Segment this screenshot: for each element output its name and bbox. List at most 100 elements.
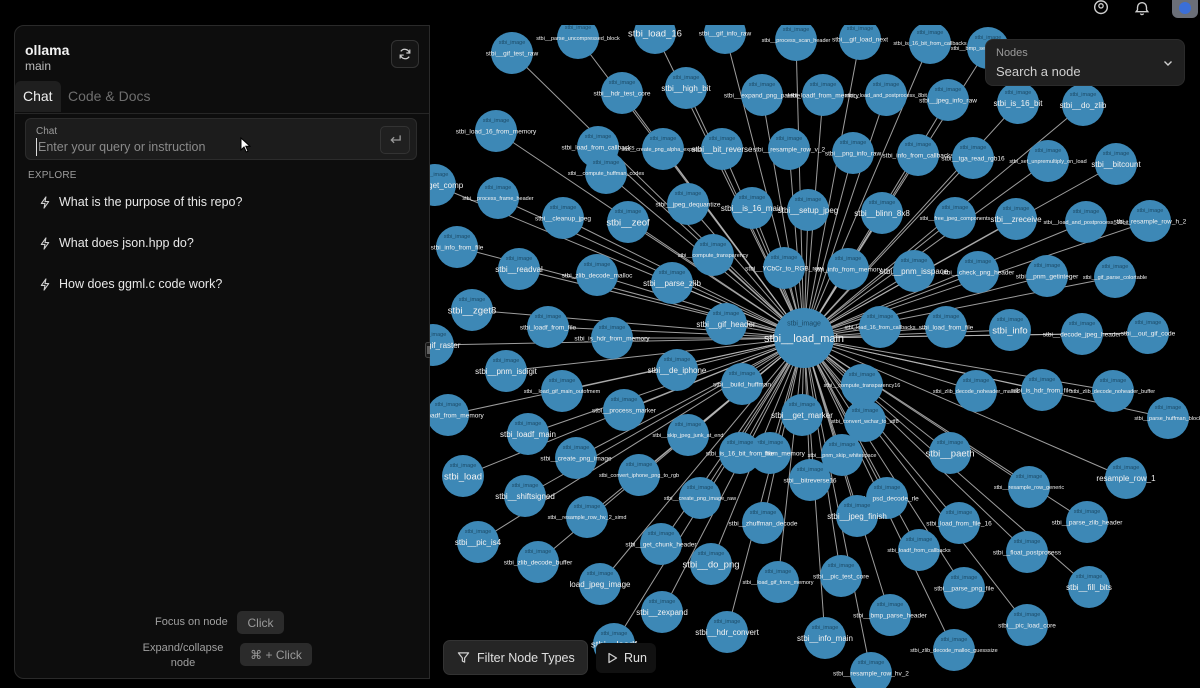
graph-node[interactable]: stbi_image stbi__gif_raster <box>430 324 461 366</box>
graph-node[interactable]: stbi_image stbi__process_marker <box>592 389 657 431</box>
graph-node[interactable]: stbi_image stbi__zget8 <box>448 289 497 331</box>
graph-node[interactable]: stbi_image stbi__bitcount <box>1091 143 1141 185</box>
graph-node[interactable]: stbi_image stbi__hdr_test_core <box>593 72 651 114</box>
graph-node[interactable]: stbi_image stbi__parse_huffman_block <box>1134 397 1200 439</box>
graph-node[interactable]: stbi_image stbi__load_gif_from_memory <box>743 561 814 603</box>
graph-node[interactable]: stbi_imagestbi_is_16_bit_from_callbacks <box>893 25 967 64</box>
graph-node[interactable]: stbi_image stbi__parse_png_file <box>934 567 994 609</box>
graph-node[interactable]: stbi_image stbi__bmp_parse_header <box>853 594 928 636</box>
graph-node[interactable]: stbi_image stbi__gif_load_next <box>832 25 888 60</box>
graph-node[interactable]: stbi_image stbi__zeof <box>606 201 650 243</box>
graph-canvas[interactable]: stbi_image stbi__gif_test_raw stbi_image st… <box>430 25 1200 688</box>
graph-node[interactable]: stbi_image stbi__out_gif_code <box>1121 312 1176 354</box>
graph-node[interactable]: stbi_image stbi__parse_uncompressed_block <box>536 25 620 59</box>
graph-node[interactable]: stbi_image stbi__pnm_getinteger <box>1016 255 1079 297</box>
tab-chat[interactable]: Chat <box>15 81 61 112</box>
graph-node[interactable]: stbi_image stbi_info_from_file <box>431 226 484 268</box>
filter-node-types-button[interactable]: Filter Node Types <box>443 640 588 675</box>
graph-node[interactable]: stbi_image stbi__load_gif_main_outofmem <box>524 370 601 412</box>
explore-item[interactable]: How does ggml.c code work? <box>39 274 222 294</box>
graph-node[interactable]: stbi_image stbi__fill_bits <box>1066 566 1112 608</box>
graph-node[interactable]: stbi_image stbi__process_scan_header <box>762 25 831 61</box>
graph-node[interactable]: stbi_image stbi_set_unpremultiply_on_load <box>1009 140 1087 182</box>
refresh-button[interactable] <box>391 40 419 68</box>
graph-node[interactable]: stbi_image stbi__info_main <box>797 617 853 659</box>
graph-node[interactable]: stbi_image stbi__readval <box>495 248 543 290</box>
graph-node[interactable]: stbi_image stbi_loadf_from_callbacks <box>887 529 951 571</box>
graph-node[interactable]: stbi_image stbi__tga_read_rgb16 <box>941 137 1005 179</box>
graph-node[interactable]: stbi_image stbi__parse_zlib_header <box>1052 501 1124 543</box>
graph-node[interactable]: stbi_image stbi__compute_huffman_codes <box>568 152 645 194</box>
graph-node[interactable]: stbi_image stbi__jpeg_info_raw <box>919 79 977 121</box>
graph-node[interactable]: stbi_image stbi__cleanup_jpeg <box>535 197 591 239</box>
graph-node[interactable]: stbi_image stbi_info <box>989 309 1031 351</box>
graph-node[interactable]: stbi_image stbi__resample_row_hv_2 <box>833 652 909 688</box>
graph-node[interactable]: stbi_image stbi__pic_is4 <box>455 521 502 563</box>
node-label: stbi__resample_row_h_2 <box>1114 218 1187 225</box>
graph-node[interactable]: stbi_image stbi__resample_row_h_2 <box>1114 200 1187 242</box>
graph-node[interactable]: stbi_image stbi_loadf_main <box>500 413 556 455</box>
graph-node[interactable]: stbi_image stbi__load_and_postprocess_8bi… <box>845 74 927 116</box>
graph-node[interactable]: stbi_image stbi__pnm_isdigit <box>475 350 538 392</box>
graph-node[interactable]: stbi_image stbi_zlib_decode_malloc <box>562 254 634 296</box>
avatar[interactable] <box>1172 0 1198 18</box>
graph-node[interactable]: stbi_image stbi__bit_reverse <box>692 128 753 170</box>
graph-node[interactable]: stbi_image stbi__compute_transparency <box>678 234 749 276</box>
graph-node[interactable]: stbi_image stbi__get_comp <box>430 164 464 206</box>
explore-item[interactable]: What does json.hpp do? <box>39 233 194 253</box>
graph-node[interactable]: stbi_image stbi__jpeg_dequantize <box>655 183 721 225</box>
chat-input[interactable] <box>36 138 368 156</box>
graph-node[interactable]: stbi_image stbi__create_png_image_raw <box>664 477 736 519</box>
graph-node[interactable]: stbi_image stbi__blinn_8x8 <box>854 192 910 234</box>
graph-node[interactable]: stbi_image stbi__process_frame_header <box>462 177 534 219</box>
dependency-graph[interactable]: stbi_imagestbi__gif_test_rawstbi_imagest… <box>430 25 1200 688</box>
graph-node[interactable]: stbi_image stbi__compute_transparency16 <box>824 364 901 406</box>
tab-code-docs[interactable]: Code & Docs <box>60 81 158 112</box>
graph-node[interactable]: stbi_image stbi__gif_parse_colortable <box>1083 256 1147 298</box>
graph-node[interactable]: stbi_image stbi__resample_row_v_2 <box>753 128 826 170</box>
graph-node[interactable]: stbi_image stbi__decode_jpeg_header <box>1043 313 1122 355</box>
graph-node[interactable]: stbi_image stbi_is_16_bit <box>994 82 1044 124</box>
send-button[interactable] <box>380 126 410 154</box>
graph-node[interactable]: stbi_image stbi_load_16 <box>628 25 682 54</box>
bell-icon[interactable] <box>1133 0 1153 18</box>
graph-node[interactable]: stbi_image stbi__high_bit <box>661 67 711 109</box>
graph-node[interactable]: stbi_image stbi__do_png <box>682 543 740 585</box>
node-type-label: stbi_image <box>829 442 856 448</box>
graph-node[interactable]: stbi_image stbi__zexpand <box>636 591 688 633</box>
graph-node[interactable]: stbi_image stbi__resample_row_hv_2_simd <box>548 496 627 538</box>
graph-node[interactable]: stbi_image stbi_zlib_decode_buffer <box>504 541 573 583</box>
graph-node[interactable]: stbi_image stbi_loadf_from_memory <box>430 394 485 436</box>
graph-node[interactable]: stbi_image stbi_zlib_decode_noheader_buff… <box>1071 370 1155 412</box>
graph-node[interactable]: stbi_image stbi__gif_info_raw <box>699 25 752 54</box>
graph-node[interactable]: stbi_image stbi__YCbCr_to_RGB_row <box>745 247 823 289</box>
graph-node[interactable]: stbi_image stbi_load <box>442 455 484 497</box>
graph-node[interactable]: stbi_image stbi__do_zlib <box>1060 84 1107 126</box>
graph-node[interactable]: stbi_image resample_row_1 <box>1096 457 1156 499</box>
graph-node[interactable]: stbi_image stbi_is_hdr_from_memory <box>574 317 650 359</box>
graph-node[interactable]: stbi_image stbi__shiftsigned <box>495 475 555 517</box>
graph-node[interactable]: stbi_image stbi__hdr_convert <box>695 611 760 653</box>
explore-item[interactable]: What is the purpose of this repo? <box>39 192 242 212</box>
graph-node[interactable]: stbi_image stbi_loadf_from_file <box>520 306 577 348</box>
graph-node[interactable]: stbi_image stbi__paeth <box>925 432 975 474</box>
nodes-search-select[interactable]: Nodes Search a node <box>985 39 1185 86</box>
graph-node[interactable]: stbi_image stbi__float_postprocess <box>993 531 1062 573</box>
user-circle-icon[interactable] <box>1092 0 1112 18</box>
graph-node[interactable]: stbi_image stbi__pic_load_core <box>998 604 1056 646</box>
graph-node[interactable]: stbi_image stbi_zlib_decode_noheader_mall… <box>933 370 1019 412</box>
graph-node[interactable]: stbi_image stbi__zreceive <box>990 198 1042 240</box>
graph-node[interactable]: stbi_image stbi__setup_jpeg <box>778 189 839 231</box>
graph-node[interactable]: stbi_image load_jpeg_image <box>570 563 631 605</box>
graph-node[interactable]: stbi_image stbi_zlib_decode_malloc_guesss… <box>910 629 998 671</box>
node-label: stbi__readval <box>495 265 543 274</box>
graph-node[interactable]: stbi_image stbi__gif_test_raw <box>486 32 539 74</box>
graph-node[interactable]: stbi_image stbi_load_16_from_memory <box>456 110 537 152</box>
graph-node[interactable]: stbi_image stbi__png_info_raw <box>825 132 882 174</box>
graph-node[interactable]: stbi_image stbi__de_iphone <box>648 349 707 391</box>
run-button[interactable]: Run <box>596 643 656 673</box>
graph-node[interactable]: stbi_image stbi_load_from_file <box>919 306 974 348</box>
graph-node[interactable]: stbi_image stbi__resample_row_generic <box>994 466 1065 508</box>
graph-node[interactable]: stbi_image stbi__zhuffman_decode <box>729 502 798 544</box>
node-label: stbi__compute_transparency <box>678 253 749 259</box>
